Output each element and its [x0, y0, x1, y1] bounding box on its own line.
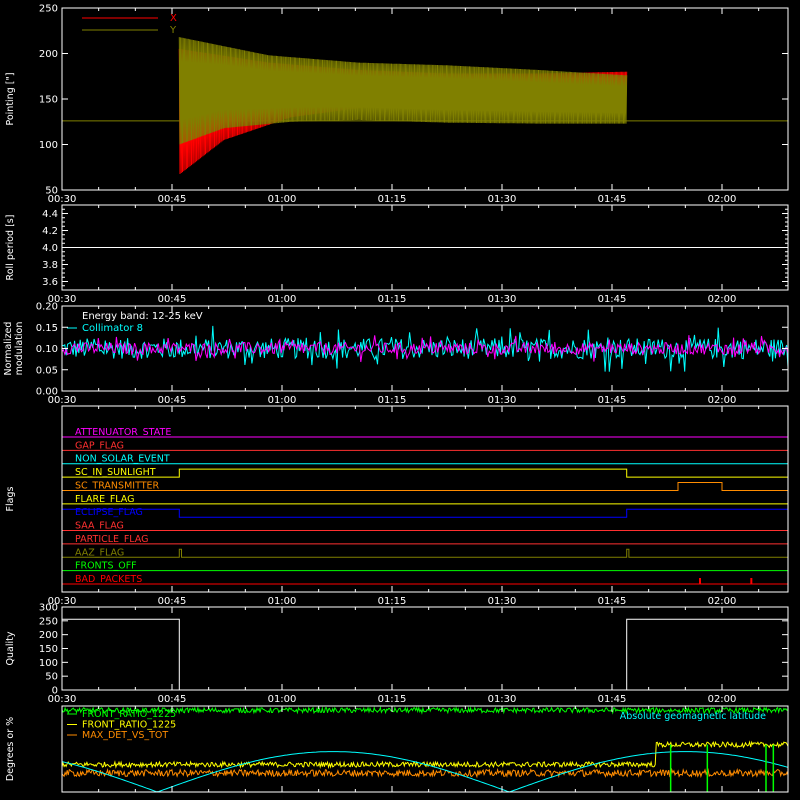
x-tick-label: 01:45 [598, 596, 627, 607]
x-tick-label: 01:15 [378, 596, 407, 607]
flag-label: FLARE_FLAG [75, 494, 135, 505]
rhessi-observing-summary-figure: XY00:30 00:45 01:00 01:15 01:30 01:45 02:00Poi… [0, 0, 800, 800]
flag-label: GAP_FLAG [75, 440, 124, 451]
y-tick-label: 0.10 [36, 344, 58, 355]
y-axis-label: Normalized [3, 322, 14, 376]
x-tick-label: 01:45 [598, 294, 627, 305]
y-axis-label: Quality [5, 631, 16, 665]
y-tick-label: 3.6 [42, 277, 58, 288]
x-tick-label: 01:30 [488, 194, 517, 205]
x-tick-label: 02:00 [708, 596, 737, 607]
y-tick-label: 3.8 [42, 260, 58, 271]
x-tick-label: 01:00 [268, 194, 297, 205]
x-tick-label: 02:00 [708, 194, 737, 205]
y-tick-label: 100 [39, 140, 58, 151]
y-tick-label: 4.2 [42, 226, 58, 237]
y-tick-label: 4.4 [42, 209, 58, 220]
x-tick-label: 01:30 [488, 596, 517, 607]
x-tick-label: 00:45 [158, 694, 187, 705]
x-tick-label: 01:30 [488, 294, 517, 305]
x-tick-label: 01:00 [268, 395, 297, 406]
x-tick-label: 01:15 [378, 294, 407, 305]
flag-label: SC_IN_SUNLIGHT [75, 467, 156, 478]
x-tick-label: 01:15 [378, 395, 407, 406]
y-tick-label: 300 [39, 603, 58, 614]
legend-label: Y [169, 25, 177, 36]
x-tick-label: 02:00 [708, 294, 737, 305]
x-tick-label: 01:30 [488, 694, 517, 705]
legend-label: FRONT_RATIO_1225 [82, 720, 176, 731]
x-tick-label: 00:45 [158, 294, 187, 305]
x-tick-label: 01:45 [598, 395, 627, 406]
y-axis-label: Roll period [s] [5, 215, 16, 281]
y-tick-label: 0.00 [36, 387, 58, 398]
legend-label: X [170, 13, 177, 24]
x-tick-label: 01:30 [488, 395, 517, 406]
y-tick-label: 150 [39, 95, 58, 106]
y-tick-label: 250 [39, 616, 58, 627]
y-tick-label: 0.05 [36, 365, 58, 376]
panel-annotation: Energy band: 12-25 keV [82, 311, 203, 322]
y-axis-label: modulation [14, 322, 25, 376]
x-tick-label: 01:00 [268, 596, 297, 607]
x-tick-label: 01:45 [598, 694, 627, 705]
y-tick-label: 0 [52, 686, 58, 697]
x-tick-label: 02:00 [708, 395, 737, 406]
flag-label: SC_TRANSMITTER [75, 480, 160, 491]
y-tick-label: 4.0 [42, 243, 58, 254]
flag-label: FRONTS_OFF [75, 561, 137, 572]
x-tick-label: 01:00 [268, 694, 297, 705]
x-tick-label: 01:15 [378, 194, 407, 205]
x-tick-label: 00:45 [158, 596, 187, 607]
legend-label: MAX_DET_VS_TOT [82, 730, 168, 741]
y-tick-label: 100 [39, 658, 58, 669]
flag-label: ATTENUATOR_STATE [75, 427, 171, 438]
x-tick-label: 01:15 [378, 694, 407, 705]
y-axis-label: Degrees or % [5, 717, 16, 781]
y-tick-label: 0.15 [36, 323, 58, 334]
flag-label: PARTICLE_FLAG [75, 534, 148, 545]
y-tick-label: 150 [39, 644, 58, 655]
legend-label: FRONT_RATIO_1225 [82, 709, 176, 720]
x-tick-label: 00:45 [158, 395, 187, 406]
y-tick-label: 50 [45, 186, 58, 197]
y-axis-label: Pointing ["] [5, 72, 16, 125]
panel-annotation: Collimator 8 [82, 323, 143, 334]
x-tick-label: 01:00 [268, 294, 297, 305]
flag-label: AAZ_FLAG [75, 547, 124, 558]
panel-annotation: Absolute geomagnetic latitude [620, 711, 766, 722]
y-tick-label: 50 [45, 672, 58, 683]
flag-label: BAD_PACKETS [75, 574, 142, 585]
y-tick-label: 200 [39, 49, 58, 60]
y-tick-label: 200 [39, 630, 58, 641]
x-tick-label: 02:00 [708, 694, 737, 705]
y-tick-label: 0.20 [36, 302, 58, 313]
flag-label: SAA_FLAG [75, 521, 124, 532]
y-tick-label: 250 [39, 4, 58, 15]
x-tick-label: 01:45 [598, 194, 627, 205]
flag-label: NON_SOLAR_EVENT [75, 454, 170, 465]
x-tick-label: 00:45 [158, 194, 187, 205]
y-axis-label: Flags [5, 486, 16, 511]
